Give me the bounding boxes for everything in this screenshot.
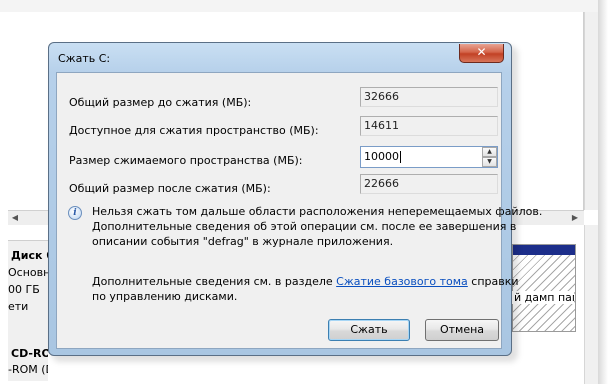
window-edge-shadow: [598, 0, 608, 384]
partition-header-bar: [513, 245, 575, 255]
cdrom-label-panel[interactable]: CD-ROM -ROM (D:): [8, 345, 48, 381]
disk0-label-panel[interactable]: Диск 0 Основной 00 ГБ ети: [8, 240, 48, 346]
help-prefix: Дополнительные сведения см. в разделе: [92, 275, 337, 288]
help-text-line-2: по управлению дисками.: [92, 290, 238, 303]
dialog-title: Сжать C:: [58, 52, 111, 65]
dialog-titlebar[interactable]: Сжать C: ✕: [49, 43, 511, 71]
scroll-left-icon[interactable]: ◀: [10, 213, 20, 223]
info-line-3: описании события "defrag" в журнале прил…: [92, 235, 394, 248]
shrink-button[interactable]: Сжать: [328, 319, 410, 341]
disk0-name: Диск 0: [11, 249, 48, 262]
close-button[interactable]: ✕: [459, 44, 504, 63]
total-after-value: 22666: [360, 174, 498, 194]
spin-up-icon[interactable]: ▲: [482, 147, 497, 157]
dialog-body: Общий размер до сжатия (МБ): 32666 Досту…: [56, 72, 542, 349]
close-icon: ✕: [476, 45, 487, 59]
disk-graph-scrollbar[interactable]: [584, 225, 599, 384]
cancel-button[interactable]: Отмена: [425, 319, 499, 341]
disk0-type: Основной: [8, 266, 48, 279]
info-line-1: Нельзя сжать том дальше области располож…: [92, 205, 543, 218]
disk0-status: ети: [8, 300, 29, 313]
shrink-size-spinner[interactable]: ▲ ▼: [482, 147, 497, 167]
shrink-size-input[interactable]: 10000: [360, 146, 498, 168]
shrink-dialog: Сжать C: ✕ Общий размер до сжатия (МБ): …: [48, 42, 542, 356]
cdrom-drive: -ROM (D:): [8, 363, 48, 376]
shrink-size-label: Размер сжимаемого пространства (МБ):: [69, 154, 303, 167]
info-icon: i: [68, 206, 82, 220]
total-before-label: Общий размер до сжатия (МБ):: [69, 96, 252, 109]
partition-label: й дамп памяти,: [512, 291, 574, 304]
help-suffix: справки: [467, 275, 519, 288]
total-after-label: Общий размер после сжатия (МБ):: [69, 182, 271, 195]
available-label: Доступное для сжатия пространство (МБ):: [69, 124, 319, 137]
shrink-basic-volume-link[interactable]: Сжатие базового тома: [336, 275, 468, 288]
scroll-right-icon[interactable]: ▶: [570, 213, 580, 223]
available-value: 14611: [360, 116, 498, 136]
cdrom-name: CD-ROM: [11, 347, 48, 360]
total-before-value: 32666: [360, 87, 498, 107]
shrink-size-value: 10000: [364, 150, 399, 163]
volume-list-scrollbar[interactable]: [584, 12, 599, 210]
help-text-line-1: Дополнительные сведения см. в разделе Сж…: [92, 274, 519, 289]
text-caret: [400, 151, 401, 163]
disk0-size: 00 ГБ: [8, 283, 40, 296]
spin-down-icon[interactable]: ▼: [482, 157, 497, 167]
info-line-2: Дополнительные сведения об этой операции…: [92, 220, 517, 233]
unallocated-partition-block[interactable]: [512, 244, 576, 332]
